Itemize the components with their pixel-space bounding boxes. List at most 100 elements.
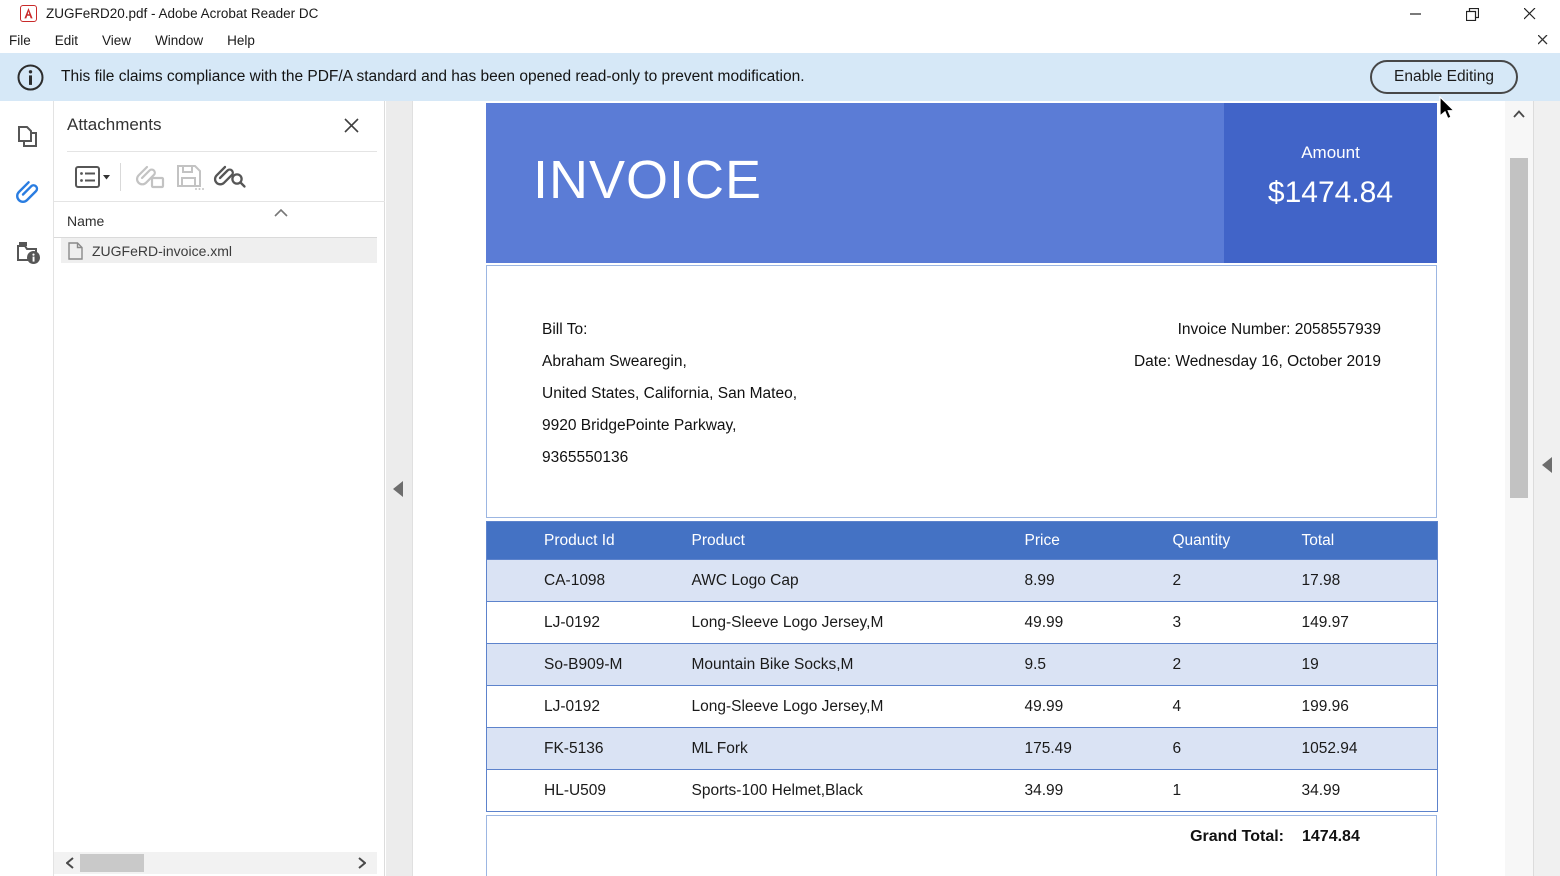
search-attachments-icon[interactable] bbox=[212, 159, 248, 195]
right-tools-strip bbox=[1533, 101, 1560, 876]
invoice-billto-section: Bill To: Abraham Swearegin, United State… bbox=[486, 265, 1437, 518]
cell-product-id: CA-1098 bbox=[487, 560, 635, 602]
cell-product: Sports-100 Helmet,Black bbox=[635, 770, 968, 812]
invoice-date: Date: Wednesday 16, October 2019 bbox=[1134, 346, 1381, 378]
cell-quantity: 6 bbox=[1116, 728, 1264, 770]
cell-total: 17.98 bbox=[1264, 560, 1438, 602]
table-row: CA-1098 AWC Logo Cap 8.99 2 17.98 bbox=[487, 560, 1438, 602]
attachment-list-item[interactable]: ZUGFeRD-invoice.xml bbox=[61, 238, 377, 263]
billto-line: United States, California, San Mateo, bbox=[542, 378, 797, 410]
panel-splitter[interactable] bbox=[386, 101, 413, 876]
cell-product-id: LJ-0192 bbox=[487, 602, 635, 644]
open-attachment-icon[interactable] bbox=[134, 159, 168, 195]
menu-window[interactable]: Window bbox=[155, 30, 203, 51]
grand-total-label: Grand Total: bbox=[1190, 828, 1284, 846]
expand-tools-pane-icon[interactable] bbox=[1542, 457, 1552, 473]
cell-price: 8.99 bbox=[968, 560, 1116, 602]
minimize-button[interactable] bbox=[1393, 0, 1439, 28]
save-attachment-icon[interactable] bbox=[174, 159, 206, 195]
attachments-paperclip-icon[interactable] bbox=[14, 178, 42, 206]
column-product-id: Product Id bbox=[487, 522, 635, 560]
cell-quantity: 3 bbox=[1116, 602, 1264, 644]
invoice-grand-total-section: Grand Total: 1474.84 bbox=[486, 815, 1437, 876]
name-column-header[interactable]: Name bbox=[54, 205, 377, 238]
cell-price: 49.99 bbox=[968, 602, 1116, 644]
cell-product-id: LJ-0192 bbox=[487, 686, 635, 728]
amount-label: Amount bbox=[1301, 143, 1360, 163]
scroll-up-icon[interactable] bbox=[1511, 106, 1527, 122]
document-vertical-scrollbar[interactable] bbox=[1505, 101, 1533, 876]
cell-price: 49.99 bbox=[968, 686, 1116, 728]
options-menu-icon[interactable] bbox=[74, 159, 112, 195]
info-icon bbox=[17, 64, 44, 91]
menu-view[interactable]: View bbox=[102, 30, 131, 51]
menu-help[interactable]: Help bbox=[227, 30, 255, 51]
cell-product: ML Fork bbox=[635, 728, 968, 770]
cell-quantity: 2 bbox=[1116, 644, 1264, 686]
invoice-number: Invoice Number: 2058557939 bbox=[1134, 314, 1381, 346]
sort-ascending-icon bbox=[274, 209, 288, 217]
cell-price: 9.5 bbox=[968, 644, 1116, 686]
cell-price: 175.49 bbox=[968, 728, 1116, 770]
billto-line: 9365550136 bbox=[542, 442, 797, 474]
billto-label: Bill To: bbox=[542, 314, 797, 346]
cell-quantity: 2 bbox=[1116, 560, 1264, 602]
attachments-panel-title: Attachments bbox=[67, 115, 162, 135]
close-window-button[interactable] bbox=[1507, 0, 1553, 28]
billto-line: 9920 BridgePointe Parkway, bbox=[542, 410, 797, 442]
vertical-scroll-thumb[interactable] bbox=[1510, 158, 1528, 498]
cell-quantity: 1 bbox=[1116, 770, 1264, 812]
scroll-right-icon[interactable] bbox=[354, 855, 370, 871]
scroll-left-icon[interactable] bbox=[62, 855, 78, 871]
standards-panel-icon[interactable] bbox=[14, 238, 42, 266]
cell-product: Mountain Bike Socks,M bbox=[635, 644, 968, 686]
cell-product: Long-Sleeve Logo Jersey,M bbox=[635, 602, 968, 644]
panel-divider bbox=[67, 151, 377, 152]
table-row: HL-U509 Sports-100 Helmet,Black 34.99 1 … bbox=[487, 770, 1438, 812]
table-row: LJ-0192 Long-Sleeve Logo Jersey,M 49.99 … bbox=[487, 686, 1438, 728]
close-panel-icon[interactable] bbox=[340, 114, 362, 136]
file-icon bbox=[68, 242, 83, 260]
amount-value: $1474.84 bbox=[1268, 176, 1393, 210]
menu-bar: File Edit View Window Help bbox=[0, 28, 1560, 53]
mouse-cursor bbox=[1437, 96, 1459, 122]
collapse-panel-icon[interactable] bbox=[393, 481, 403, 497]
cell-total: 1052.94 bbox=[1264, 728, 1438, 770]
enable-editing-button[interactable]: Enable Editing bbox=[1370, 60, 1518, 94]
cell-product-id: FK-5136 bbox=[487, 728, 635, 770]
menu-file[interactable]: File bbox=[9, 30, 31, 51]
window-title: ZUGFeRD20.pdf - Adobe Acrobat Reader DC bbox=[46, 6, 318, 21]
table-row: LJ-0192 Long-Sleeve Logo Jersey,M 49.99 … bbox=[487, 602, 1438, 644]
cell-total: 19 bbox=[1264, 644, 1438, 686]
title-bar: ZUGFeRD20.pdf - Adobe Acrobat Reader DC bbox=[0, 0, 1560, 28]
menu-edit[interactable]: Edit bbox=[55, 30, 78, 51]
document-pane: INVOICE Amount $1474.84 Bill To: Abraham… bbox=[414, 101, 1505, 876]
pdfa-notification-bar: This file claims compliance with the PDF… bbox=[0, 53, 1560, 101]
invoice-line-items-table: Product Id Product Price Quantity Total … bbox=[486, 521, 1438, 812]
horizontal-scroll-thumb[interactable] bbox=[80, 854, 144, 872]
page-thumbnails-icon[interactable] bbox=[14, 123, 42, 151]
cell-total: 149.97 bbox=[1264, 602, 1438, 644]
main-area: Attachments bbox=[0, 101, 1560, 876]
cell-total: 199.96 bbox=[1264, 686, 1438, 728]
table-row: FK-5136 ML Fork 175.49 6 1052.94 bbox=[487, 728, 1438, 770]
billto-line: Abraham Swearegin, bbox=[542, 346, 797, 378]
attachment-file-name: ZUGFeRD-invoice.xml bbox=[92, 243, 232, 259]
attachments-panel: Attachments bbox=[54, 101, 385, 876]
invoice-title: INVOICE bbox=[533, 149, 762, 211]
panel-horizontal-scrollbar[interactable] bbox=[54, 852, 377, 874]
cell-product: Long-Sleeve Logo Jersey,M bbox=[635, 686, 968, 728]
column-price: Price bbox=[968, 522, 1116, 560]
close-bar-icon[interactable] bbox=[1534, 31, 1552, 49]
grand-total-value: 1474.84 bbox=[1302, 828, 1360, 846]
invoice-meta-block: Invoice Number: 2058557939 Date: Wednesd… bbox=[1134, 314, 1381, 378]
column-total: Total bbox=[1264, 522, 1438, 560]
acrobat-reader-window: ZUGFeRD20.pdf - Adobe Acrobat Reader DC … bbox=[0, 0, 1560, 876]
table-header-row: Product Id Product Price Quantity Total bbox=[487, 522, 1438, 560]
toolbar-separator bbox=[120, 163, 121, 191]
restore-button[interactable] bbox=[1449, 0, 1495, 28]
cell-quantity: 4 bbox=[1116, 686, 1264, 728]
notification-message: This file claims compliance with the PDF… bbox=[61, 68, 805, 86]
billto-block: Bill To: Abraham Swearegin, United State… bbox=[542, 314, 797, 474]
cell-product-id: HL-U509 bbox=[487, 770, 635, 812]
